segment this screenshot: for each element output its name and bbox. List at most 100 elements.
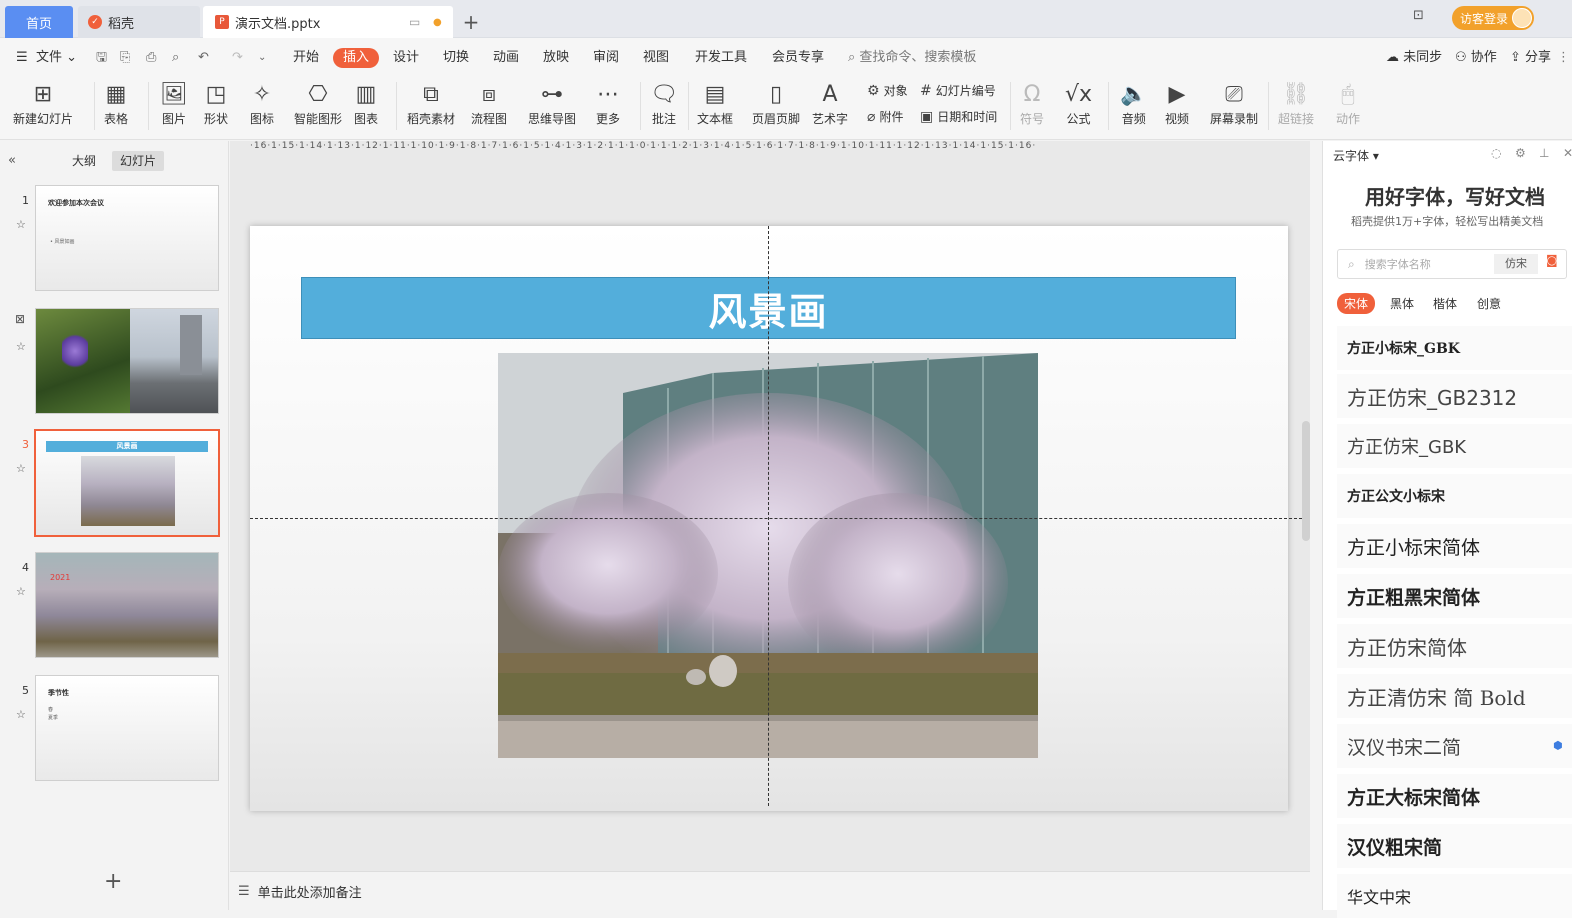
search-hint-chip[interactable]: 仿宋 — [1494, 254, 1538, 274]
collab-button[interactable]: ⚇ 协作 — [1455, 48, 1497, 68]
undo-icon[interactable]: ↶ — [198, 48, 209, 68]
category-kai[interactable]: 楷体 — [1426, 293, 1464, 314]
flowchart-button[interactable]: ⧈ 流程图 — [471, 80, 507, 127]
category-hei[interactable]: 黑体 — [1383, 293, 1421, 314]
new-tab-button[interactable]: + — [460, 6, 482, 38]
export-icon[interactable]: ⎘ — [120, 48, 130, 68]
shape-button[interactable]: ◳ 形状 — [204, 80, 228, 127]
slide-number-button[interactable]: # 幻灯片编号 — [920, 82, 996, 99]
wordart-button[interactable]: A 艺术字 — [812, 80, 848, 127]
tab-document[interactable]: P 演示文档.pptx ▭ ● — [203, 6, 453, 38]
chart-button[interactable]: ▥ 图表 — [354, 80, 378, 127]
mouse-icon: 🖱 — [1341, 82, 1355, 107]
smartart-button[interactable]: ⎔ 智能图形 — [294, 80, 342, 127]
monitor-icon[interactable]: ▭ — [409, 15, 420, 29]
category-song[interactable]: 宋体 — [1337, 293, 1376, 314]
more-button[interactable]: ⋯ 更多 — [596, 80, 620, 127]
tab-outline[interactable]: 大纲 — [64, 151, 104, 171]
horizontal-ruler[interactable]: ·16·1·15·1·14·1·13·1·12·1·11·1·10·1·9·1·… — [250, 141, 1300, 157]
font-item[interactable]: 方正清仿宋 简 Bold — [1337, 674, 1572, 718]
slide-thumbnail-4[interactable]: 2021 — [35, 552, 219, 658]
camera-icon[interactable]: ◙ — [1546, 253, 1558, 267]
textbox-button[interactable]: ▤ 文本框 — [697, 80, 733, 127]
font-item[interactable]: 方正仿宋简体 — [1337, 624, 1572, 668]
slide-thumbnail-5[interactable]: 季节性 春 夏季 — [35, 675, 219, 781]
object-button[interactable]: ⚙ 对象 — [867, 82, 908, 99]
menu-devtools[interactable]: 开发工具 — [695, 48, 747, 68]
font-item[interactable]: 方正仿宋_GBK — [1337, 424, 1572, 468]
slide-thumbnail-2[interactable] — [35, 308, 219, 414]
horizontal-guide[interactable] — [250, 518, 1302, 519]
audio-button[interactable]: 🔈 音频 — [1120, 80, 1147, 127]
category-creative[interactable]: 创意 — [1470, 293, 1508, 314]
menu-review[interactable]: 审阅 — [593, 48, 619, 68]
save-icon[interactable]: 🖫 — [96, 48, 107, 68]
tab-slides[interactable]: 幻灯片 — [112, 151, 165, 171]
font-item[interactable]: 方正仿宋_GB2312 — [1337, 374, 1572, 418]
font-item[interactable]: 方正粗黑宋简体 — [1337, 574, 1572, 618]
menu-slideshow[interactable]: 放映 — [543, 48, 569, 68]
header-footer-button[interactable]: ▯ 页眉页脚 — [752, 80, 800, 127]
preview-icon[interactable]: ⌕ — [172, 48, 179, 68]
command-search[interactable]: ⌕ 查找命令、搜索模板 — [848, 48, 976, 68]
icons-icon: ✧ — [252, 82, 272, 107]
font-item[interactable]: 方正小标宋简体 — [1337, 524, 1572, 568]
table-button[interactable]: ▦ 表格 — [104, 80, 128, 127]
font-item[interactable]: 方正大标宋简体 — [1337, 774, 1572, 818]
vertical-guide[interactable] — [768, 226, 769, 806]
menu-insert[interactable]: 插入 — [333, 48, 380, 68]
attachment-button[interactable]: ⌀ 附件 — [867, 108, 903, 125]
icon-button[interactable]: ✧ 图标 — [250, 80, 274, 127]
new-slide-button[interactable]: ⊞ 新建幻灯片 — [13, 80, 73, 127]
symbol-button[interactable]: Ω 符号 — [1020, 80, 1044, 127]
action-button[interactable]: 🖱 动作 — [1336, 80, 1360, 127]
menu-transition[interactable]: 切换 — [443, 48, 469, 68]
close-icon[interactable]: ✕ — [1563, 146, 1572, 160]
attachment-label: 附件 — [879, 110, 904, 124]
hyperlink-button[interactable]: ⛓ 超链接 — [1278, 80, 1314, 127]
more-quick-icon[interactable]: ⌄ — [258, 48, 266, 68]
font-item[interactable]: 汉仪书宋二简 — [1337, 724, 1572, 768]
comment-button[interactable]: 🗨 批注 — [650, 80, 678, 127]
font-item[interactable]: 汉仪粗宋简 — [1337, 824, 1572, 868]
share-button[interactable]: ⇪ 分享 — [1510, 48, 1551, 68]
collapse-panel-icon[interactable]: « — [8, 153, 16, 168]
tab-daoke[interactable]: ✓ 稻壳 — [78, 6, 200, 38]
redo-icon[interactable]: ↷ — [232, 48, 243, 68]
menu-view[interactable]: 视图 — [643, 48, 669, 68]
window-count-icon[interactable]: ⊡ — [1413, 8, 1424, 23]
daoke-material-button[interactable]: ⧉ 稻壳素材 — [407, 80, 455, 127]
picture-button[interactable]: 🖼 图片 — [160, 80, 188, 127]
tab-home[interactable]: 首页 — [5, 6, 73, 38]
formula-button[interactable]: √x 公式 — [1065, 80, 1092, 127]
login-button[interactable]: 访客登录 — [1452, 6, 1534, 30]
menu-member[interactable]: 会员专享 — [772, 48, 824, 68]
slide-thumbnail-3[interactable]: 风景画 — [34, 429, 220, 537]
chat-icon[interactable]: ◌ — [1491, 146, 1501, 160]
font-item[interactable]: 华文中宋 — [1337, 874, 1572, 918]
sync-button[interactable]: ☁ 未同步 — [1386, 48, 1442, 68]
mindmap-button[interactable]: ⊶ 思维导图 — [528, 80, 576, 127]
settings-icon[interactable]: ⚙ — [1515, 146, 1526, 160]
notes-area[interactable]: ☰ 单击此处添加备注 — [230, 871, 1310, 910]
more-menu-icon[interactable]: ⋮ — [1557, 48, 1570, 68]
sync-label: 未同步 — [1403, 50, 1443, 65]
font-item[interactable]: 方正小标宋_GBK — [1337, 326, 1572, 370]
vertical-scrollbar[interactable] — [1302, 421, 1310, 541]
print-icon[interactable]: ⎙ — [146, 48, 156, 68]
menu-start[interactable]: 开始 — [293, 48, 319, 68]
hamburger-icon[interactable]: ☰ — [16, 48, 28, 68]
pin-icon[interactable]: ⊥ — [1539, 146, 1549, 160]
slide-thumbnail-1[interactable]: 欢迎参加本次会议 • 风景如画 — [35, 185, 219, 291]
menu-animation[interactable]: 动画 — [493, 48, 519, 68]
add-slide-button[interactable]: + — [104, 869, 122, 894]
video-button[interactable]: ▶ 视频 — [1165, 80, 1189, 127]
screen-record-button[interactable]: ⎚ 屏幕录制 — [1210, 80, 1258, 127]
menu-design[interactable]: 设计 — [393, 48, 419, 68]
menu-file[interactable]: 文件 ⌄ — [36, 48, 77, 68]
font-item[interactable]: 方正公文小标宋 — [1337, 474, 1572, 518]
thumb-bullet: 夏季 — [48, 715, 59, 721]
datetime-button[interactable]: ▣ 日期和时间 — [920, 108, 997, 125]
font-search-input[interactable]: ⌕ 搜索字体名称 仿宋 ◙ — [1337, 249, 1567, 279]
cloud-font-dropdown[interactable]: 云字体 ▾ — [1333, 147, 1379, 164]
